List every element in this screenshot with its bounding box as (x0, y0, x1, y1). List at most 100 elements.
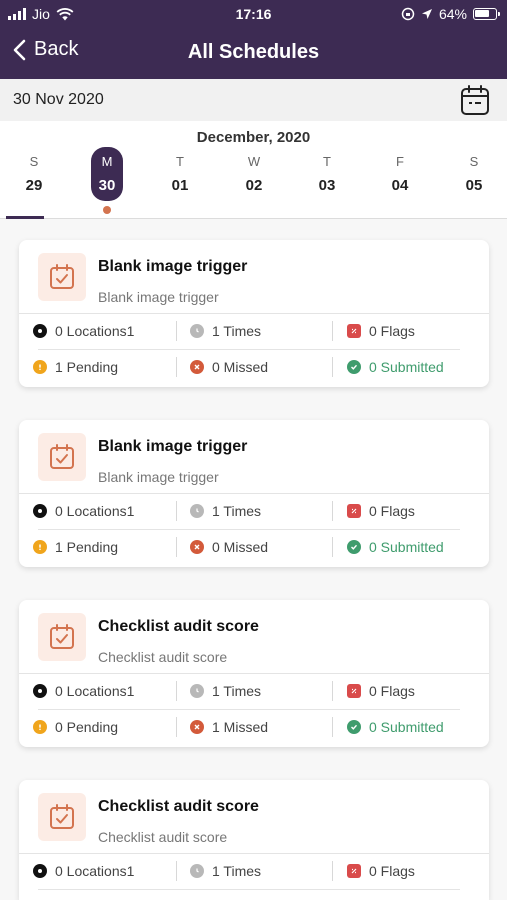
missed-icon (190, 540, 204, 554)
calendar-icon[interactable] (460, 84, 490, 116)
day-sat-05[interactable]: S 05 (454, 147, 494, 207)
check-icon (347, 360, 361, 374)
divider (332, 501, 333, 521)
divider (176, 717, 177, 737)
stat-submitted: 0 Submitted (347, 539, 444, 555)
pending-label: 1 Pending (55, 359, 119, 375)
flag-icon (347, 324, 361, 338)
missed-label: 1 Missed (212, 719, 269, 735)
flags-label: 0 Flags (369, 503, 415, 519)
schedule-card[interactable]: Checklist audit score Checklist audit sc… (19, 780, 489, 900)
stat-missed: 0 Missed (190, 359, 268, 375)
card-subtitle: Checklist audit score (98, 649, 228, 665)
selected-date: 30 Nov 2020 (13, 91, 104, 108)
divider (332, 357, 333, 377)
date-bar: 30 Nov 2020 (0, 79, 507, 121)
day-name: W (247, 154, 261, 169)
scroll-indicator (6, 216, 44, 219)
check-icon (347, 720, 361, 734)
day-number: 03 (318, 177, 336, 194)
day-number: 29 (25, 177, 43, 194)
status-bar: Jio 17:16 64% (0, 0, 507, 28)
locations-label: 0 Locations1 (55, 683, 135, 699)
divider (38, 349, 460, 350)
stat-missed: 0 Missed (190, 539, 268, 555)
schedule-icon (38, 433, 86, 481)
schedule-card[interactable]: Checklist audit score Checklist audit sc… (19, 600, 489, 747)
locations-label: 0 Locations1 (55, 323, 135, 339)
day-name: S (469, 154, 479, 169)
divider (176, 537, 177, 557)
stat-missed: 1 Missed (190, 719, 268, 735)
check-icon (347, 540, 361, 554)
submitted-label: 0 Submitted (369, 719, 444, 735)
day-number: 02 (245, 177, 263, 194)
pending-icon (33, 360, 47, 374)
flags-label: 0 Flags (369, 863, 415, 879)
divider (332, 681, 333, 701)
calendar-check-icon (50, 444, 74, 469)
clock-icon (190, 504, 204, 518)
week-strip: December, 2020 S 29 M 30 T 01 W 02 T 03 F 04 S… (0, 121, 507, 219)
divider (332, 861, 333, 881)
times-label: 1 Times (212, 503, 262, 519)
divider (19, 673, 489, 674)
missed-label: 0 Missed (212, 359, 269, 375)
missed-icon (190, 720, 204, 734)
card-title: Blank image trigger (98, 258, 248, 275)
day-fri-04[interactable]: F 04 (380, 147, 420, 207)
stat-flags: 0 Flags (347, 863, 415, 879)
times-label: 1 Times (212, 683, 262, 699)
stat-pending: 1 Pending (33, 539, 118, 555)
day-number: 01 (171, 177, 189, 194)
divider (38, 529, 460, 530)
divider (38, 709, 460, 710)
day-wed-02[interactable]: W 02 (234, 147, 274, 207)
card-title: Checklist audit score (98, 798, 259, 815)
schedule-icon (38, 793, 86, 841)
card-title: Checklist audit score (98, 618, 259, 635)
divider (176, 357, 177, 377)
month-label: December, 2020 (196, 129, 311, 146)
divider (176, 681, 177, 701)
stat-submitted: 0 Submitted (347, 359, 444, 375)
missed-icon (190, 360, 204, 374)
stat-locations: 0 Locations1 (33, 503, 134, 519)
day-tue-01[interactable]: T 01 (160, 147, 200, 207)
stat-locations: 0 Locations1 (33, 683, 134, 699)
divider (332, 321, 333, 341)
clock-icon (190, 864, 204, 878)
day-thu-03[interactable]: T 03 (307, 147, 347, 207)
submitted-label: 0 Submitted (369, 539, 444, 555)
times-label: 1 Times (212, 323, 262, 339)
divider (332, 717, 333, 737)
calendar-check-icon (50, 624, 74, 649)
pending-icon (33, 540, 47, 554)
day-mon-30-selected[interactable]: M 30 (91, 147, 123, 201)
day-name: F (396, 154, 404, 169)
flag-icon (347, 864, 361, 878)
stat-flags: 0 Flags (347, 323, 415, 339)
event-dot (103, 206, 111, 214)
missed-label: 0 Missed (212, 539, 269, 555)
flag-icon (347, 504, 361, 518)
locations-label: 0 Locations1 (55, 863, 135, 879)
stat-times: 1 Times (190, 323, 261, 339)
divider (176, 861, 177, 881)
divider (19, 493, 489, 494)
divider (19, 313, 489, 314)
schedule-card[interactable]: Blank image trigger Blank image trigger … (19, 240, 489, 387)
pending-label: 1 Pending (55, 539, 119, 555)
card-subtitle: Blank image trigger (98, 469, 219, 485)
day-name: T (323, 154, 331, 169)
day-name: S (29, 154, 39, 169)
day-number: 30 (98, 177, 116, 194)
card-subtitle: Blank image trigger (98, 289, 219, 305)
divider (176, 501, 177, 521)
location-pin-icon (33, 864, 47, 878)
day-name: T (176, 154, 184, 169)
schedule-card[interactable]: Blank image trigger Blank image trigger … (19, 420, 489, 567)
day-sun-29[interactable]: S 29 (14, 147, 54, 207)
pending-icon (33, 720, 47, 734)
pending-label: 0 Pending (55, 719, 119, 735)
